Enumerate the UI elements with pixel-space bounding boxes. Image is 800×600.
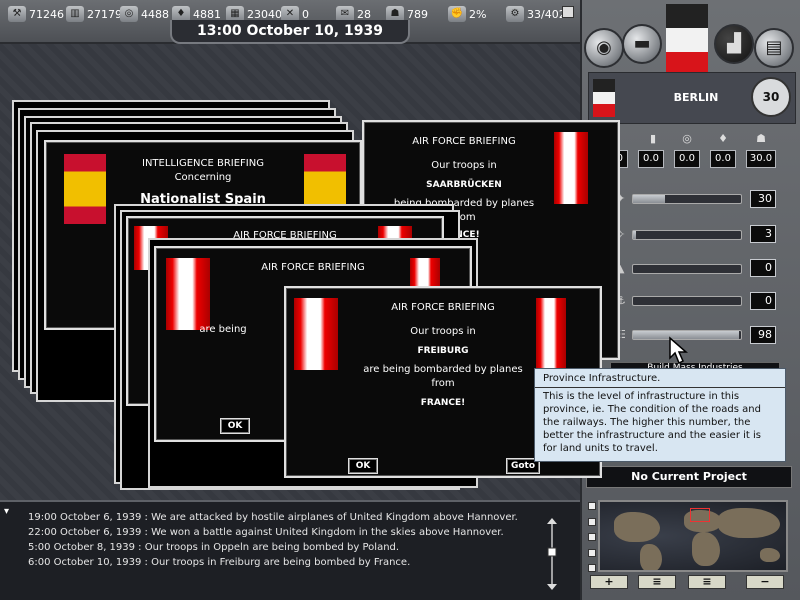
province-header: BERLIN 30: [588, 72, 796, 124]
tooltip-body: This is the level of infrastructure in t…: [543, 391, 761, 454]
production-button[interactable]: ▬: [622, 24, 662, 64]
energy-resource[interactable]: ⚒ 71246: [8, 4, 64, 24]
minimap-landmass: [760, 548, 780, 562]
minimap-landmass: [692, 532, 720, 566]
minimap-viewport[interactable]: [690, 508, 710, 522]
oil-small-icon: ♦: [718, 132, 728, 145]
diplomacy-button[interactable]: ◉: [584, 28, 624, 68]
infrastructure-value: 98: [750, 326, 776, 344]
target-province: SAARBRÜCKEN: [426, 180, 502, 190]
zoom-in-button[interactable]: +: [590, 575, 628, 589]
log-entry[interactable]: 19:00 October 6, 1939 : We are attacked …: [28, 512, 518, 523]
mouse-cursor-icon: [669, 336, 688, 365]
resource-value-box: 30.0: [746, 150, 776, 168]
technology-button[interactable]: ▟: [714, 24, 754, 64]
province-flag: [593, 79, 615, 118]
tank-icon: ▬: [633, 33, 651, 54]
slider-fill: [633, 231, 637, 239]
scroll-thumb[interactable]: [547, 547, 557, 557]
log-entry[interactable]: 22:00 October 6, 1939 : We won a battle …: [28, 527, 504, 538]
resource-value-box: 0.0: [638, 150, 664, 168]
minimap-landmass: [718, 508, 780, 538]
naval-base-slider[interactable]: [632, 296, 742, 306]
dialog-title: INTELLIGENCE BRIEFING: [142, 158, 264, 169]
germany-flag[interactable]: [666, 4, 708, 76]
map-icon: ▤: [765, 37, 783, 58]
dialog-text: Our troops in: [410, 326, 476, 337]
aa-value: 30: [750, 190, 776, 208]
dialog-title: AIR FORCE BRIEFING: [412, 136, 516, 147]
ic-resource[interactable]: ⚙ 33/402: [506, 4, 566, 24]
dialog-title: AIR FORCE BRIEFING: [391, 302, 495, 313]
ok-button[interactable]: OK: [348, 458, 378, 474]
scroll-down-icon[interactable]: [547, 584, 557, 590]
log-scrollbar[interactable]: [546, 518, 558, 590]
ok-button[interactable]: OK: [220, 418, 250, 434]
fort-value: 0: [750, 259, 776, 277]
infrastructure-tooltip: Province Infrastructure. This is the lev…: [534, 368, 786, 462]
resource-value-box: 0.0: [674, 150, 700, 168]
factory-icon: ▟: [727, 33, 741, 54]
rare-materials-resource[interactable]: ◎ 4488: [120, 4, 169, 24]
rare-materials-icon: ◎: [120, 6, 138, 22]
tooltip-title: Province Infrastructure.: [535, 369, 785, 388]
radar-value: 3: [750, 225, 776, 243]
log-entry[interactable]: 5:00 October 8, 1939 : Our troops in Opp…: [28, 542, 399, 553]
minimap-landmass: [614, 512, 660, 542]
aa-slider[interactable]: [632, 194, 742, 204]
map-filter-button[interactable]: ≡: [688, 575, 726, 589]
fort-slider[interactable]: [632, 264, 742, 274]
map-mode-button[interactable]: ≡: [638, 575, 676, 589]
slider-fill: [633, 195, 666, 203]
naval-base-value: 0: [750, 292, 776, 310]
minimap-landmass: [640, 544, 662, 570]
manpower-small-icon: ▮: [649, 132, 657, 145]
world-minimap[interactable]: [598, 500, 788, 572]
energy-icon: ⚒: [8, 6, 26, 22]
menu-toggle-button[interactable]: [562, 6, 574, 18]
dialog-title: AIR FORCE BRIEFING: [261, 262, 365, 273]
rare-small-icon: ◎: [682, 132, 692, 145]
ic-icon: ⚙: [506, 6, 524, 22]
log-entry[interactable]: 6:00 October 10, 1939 : Our troops in Fr…: [28, 557, 410, 568]
dissent-resource[interactable]: ✊ 2%: [448, 4, 486, 24]
star-icon: 30: [751, 77, 791, 117]
dissent-icon: ✊: [448, 6, 466, 22]
province-name: BERLIN: [673, 91, 719, 104]
resource-value-box: 0.0: [710, 150, 736, 168]
zoom-out-button[interactable]: −: [746, 575, 784, 589]
dialog-text: Concerning: [174, 172, 232, 183]
intelligence-button[interactable]: ▤: [754, 28, 794, 68]
metal-icon: ▥: [66, 6, 84, 22]
diplomacy-icon: ◉: [596, 37, 612, 58]
scroll-up-icon[interactable]: [547, 518, 557, 524]
radar-slider[interactable]: [632, 230, 742, 240]
metal-resource[interactable]: ▥ 27179: [66, 4, 122, 24]
worker-small-icon: ☗: [756, 132, 766, 145]
minimap-scroll[interactable]: [588, 502, 596, 572]
event-log: ▾ 19:00 October 6, 1939 : We are attacke…: [0, 500, 580, 600]
log-collapse-icon[interactable]: ▾: [4, 506, 9, 517]
dialog-text: Our troops in: [431, 160, 497, 171]
game-date: 13:00 October 10, 1939: [170, 20, 410, 44]
current-project[interactable]: No Current Project: [586, 466, 792, 488]
target-province: FREIBURG: [417, 346, 469, 356]
